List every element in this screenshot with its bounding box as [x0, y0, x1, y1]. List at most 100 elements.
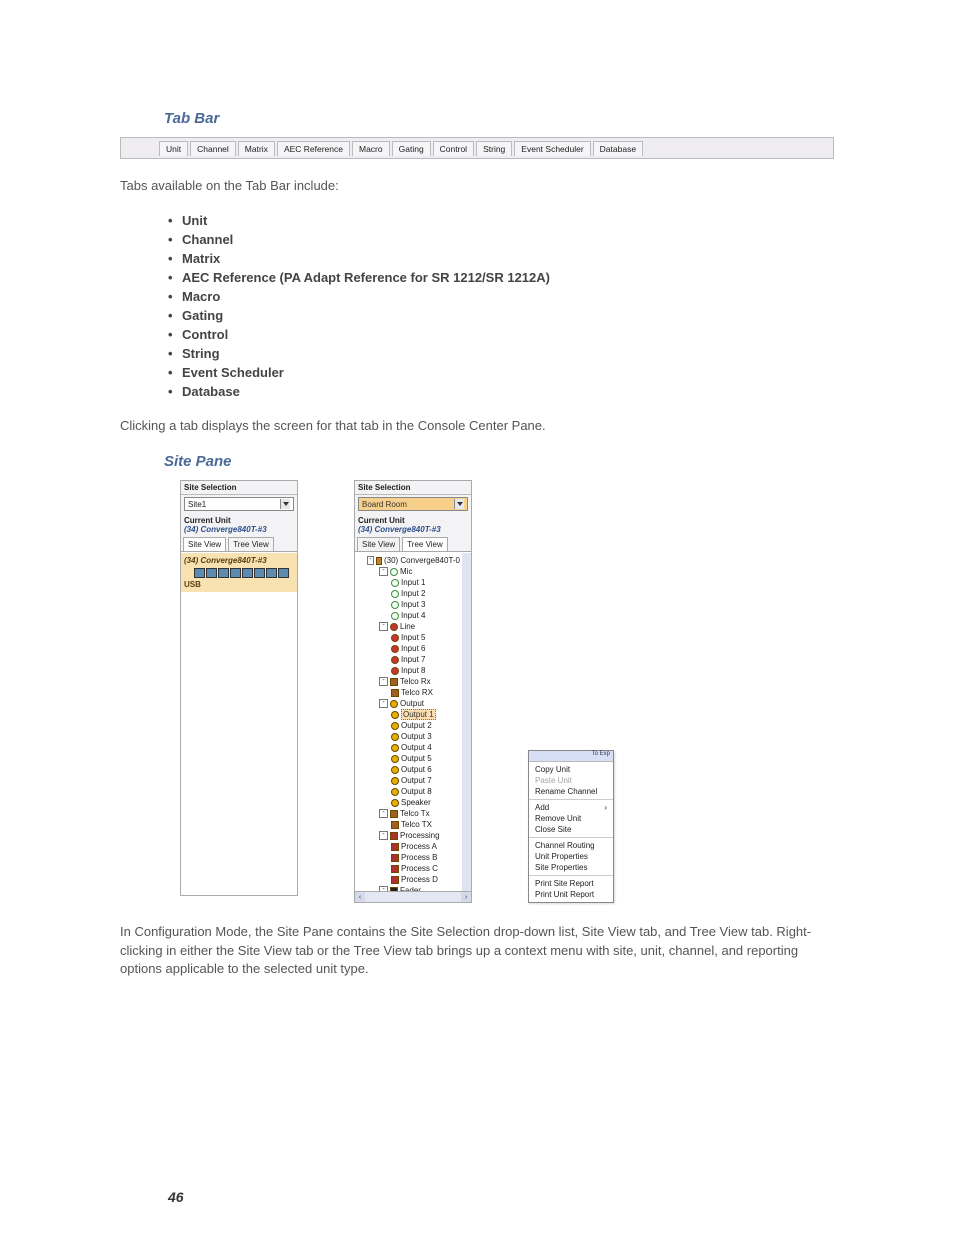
tree-node-label: Output 5	[401, 753, 432, 764]
tree-node-output[interactable]: Output 8	[357, 786, 460, 797]
tab-list-item: Database	[168, 384, 834, 399]
tabbar-tab[interactable]: Unit	[159, 141, 188, 156]
tree-node-label: Output 7	[401, 775, 432, 786]
tree-expand-icon[interactable]: -	[379, 622, 388, 631]
tree-node-output[interactable]: Output 3	[357, 731, 460, 742]
tree-node-input[interactable]: Input 8	[357, 665, 460, 676]
tab-site-view[interactable]: Site View	[183, 537, 226, 551]
output-icon	[391, 755, 399, 763]
tree-node-output[interactable]: Output 1	[357, 709, 460, 720]
tabbar-tab[interactable]: Macro	[352, 141, 390, 156]
tree-node-group-telcotx[interactable]: -Telco Tx	[357, 808, 460, 819]
tree-node-label: Output 1	[401, 709, 436, 720]
context-menu-item[interactable]: Remove Unit	[529, 813, 613, 824]
processing-icon	[391, 854, 399, 862]
tree-node-output[interactable]: Output 6	[357, 764, 460, 775]
site-selection-dropdown[interactable]: Board Room	[358, 497, 468, 511]
tree-node-input[interactable]: Input 5	[357, 632, 460, 643]
tree-expand-icon[interactable]: -	[379, 831, 388, 840]
tabbar-tab[interactable]: Event Scheduler	[514, 141, 590, 156]
siteview-box-icon	[218, 568, 229, 578]
tree-node-process[interactable]: Process D	[357, 874, 460, 885]
line-icon	[391, 656, 399, 664]
tree-node-output[interactable]: Output 2	[357, 720, 460, 731]
line-icon	[390, 623, 398, 631]
tree-node-label: Processing	[400, 830, 440, 841]
site-selection-dropdown[interactable]: Site1	[184, 497, 294, 511]
tree-node-group-telcorx[interactable]: -Telco Rx	[357, 676, 460, 687]
context-menu-item[interactable]: Copy Unit	[529, 764, 613, 775]
processing-icon	[391, 865, 399, 873]
context-menu-item[interactable]: Channel Routing	[529, 840, 613, 851]
tree-node-group-output[interactable]: -Output	[357, 698, 460, 709]
current-unit-value: (34) Converge840T-#3	[355, 525, 471, 537]
tree-expand-icon[interactable]: -	[379, 567, 388, 576]
siteview-box-icon	[266, 568, 277, 578]
heading-site-pane: Site Pane	[164, 453, 834, 470]
tree-node-label: Output 2	[401, 720, 432, 731]
context-menu-item[interactable]: Rename Channel	[529, 786, 613, 797]
tree-expand-icon[interactable]: -	[379, 677, 388, 686]
tree-node-output[interactable]: Output 4	[357, 742, 460, 753]
tab-tree-view[interactable]: Tree View	[228, 537, 274, 551]
tree-node-process[interactable]: Process C	[357, 863, 460, 874]
tree-expand-icon[interactable]: -	[379, 809, 388, 818]
mic-icon	[391, 612, 399, 620]
tab-tree-view[interactable]: Tree View	[402, 537, 448, 551]
tabbar-tab[interactable]: Matrix	[238, 141, 275, 156]
output-icon	[391, 799, 399, 807]
scroll-left-icon[interactable]: ‹	[355, 892, 365, 902]
context-menu-item[interactable]: Print Site Report	[529, 878, 613, 889]
tree-node-group-line[interactable]: -Line	[357, 621, 460, 632]
tabbar-tab[interactable]: String	[476, 141, 512, 156]
tab-site-view[interactable]: Site View	[357, 537, 400, 551]
tree-node-input[interactable]: Input 1	[357, 577, 460, 588]
tree-node-label: Input 6	[401, 643, 425, 654]
tree-node-input[interactable]: Input 4	[357, 610, 460, 621]
tabbar-tab[interactable]: Database	[593, 141, 643, 156]
tree-node-process[interactable]: Process A	[357, 841, 460, 852]
tree-node-output[interactable]: Telco TX	[357, 819, 460, 830]
tree-node-unit[interactable]: -(30) Converge840T-0	[357, 555, 460, 566]
siteview-usb-label[interactable]: USB	[184, 580, 294, 589]
tree-node-group-processing[interactable]: - Processing	[357, 830, 460, 841]
heading-tab-bar: Tab Bar	[164, 110, 834, 127]
current-unit-value: (34) Converge840T-#3	[181, 525, 297, 537]
scroll-right-icon[interactable]: ›	[461, 892, 471, 902]
context-menu-item[interactable]: Add	[529, 802, 613, 813]
site-pane-panel-siteview: Site Selection Site1 Current Unit (34) C…	[180, 480, 298, 896]
tabbar-tab[interactable]: Control	[433, 141, 474, 156]
siteview-icon-row	[194, 568, 294, 578]
siteview-unit-name[interactable]: (34) Converge840T-#3	[184, 556, 294, 565]
context-menu-item[interactable]: Close Site	[529, 824, 613, 835]
tree-node-input[interactable]: Input 7	[357, 654, 460, 665]
line-icon	[391, 634, 399, 642]
line-icon	[391, 667, 399, 675]
tree-node-group-mic[interactable]: -Mic	[357, 566, 460, 577]
tree-node-output[interactable]: Output 7	[357, 775, 460, 786]
tree-node-output[interactable]: Output 5	[357, 753, 460, 764]
tabbar-tab[interactable]: AEC Reference	[277, 141, 350, 156]
tree-node-input[interactable]: Input 3	[357, 599, 460, 610]
telco-icon	[391, 689, 399, 697]
dropdown-caret-icon	[280, 499, 290, 509]
context-menu-item[interactable]: Print Unit Report	[529, 889, 613, 900]
tree-node-process[interactable]: Process B	[357, 852, 460, 863]
tree-expand-icon[interactable]: -	[367, 556, 374, 565]
tree-node-label: Output 3	[401, 731, 432, 742]
siteview-box-icon	[230, 568, 241, 578]
sitepane-figure: Site Selection Site1 Current Unit (34) C…	[180, 480, 834, 903]
tree-node-input[interactable]: Telco RX	[357, 687, 460, 698]
siteview-box-icon	[278, 568, 289, 578]
tree-node-input[interactable]: Input 2	[357, 588, 460, 599]
tabbar-tab[interactable]: Channel	[190, 141, 236, 156]
tree-expand-icon[interactable]: -	[379, 699, 388, 708]
tabbar-tab[interactable]: Gating	[392, 141, 431, 156]
tree-node-input[interactable]: Input 6	[357, 643, 460, 654]
output-icon	[390, 700, 398, 708]
horizontal-scrollbar[interactable]: ‹ ›	[355, 891, 471, 902]
context-menu-item[interactable]: Unit Properties	[529, 851, 613, 862]
tree-node-output[interactable]: Speaker	[357, 797, 460, 808]
tree-expand-icon[interactable]: -	[379, 886, 388, 891]
context-menu-item[interactable]: Site Properties	[529, 862, 613, 873]
